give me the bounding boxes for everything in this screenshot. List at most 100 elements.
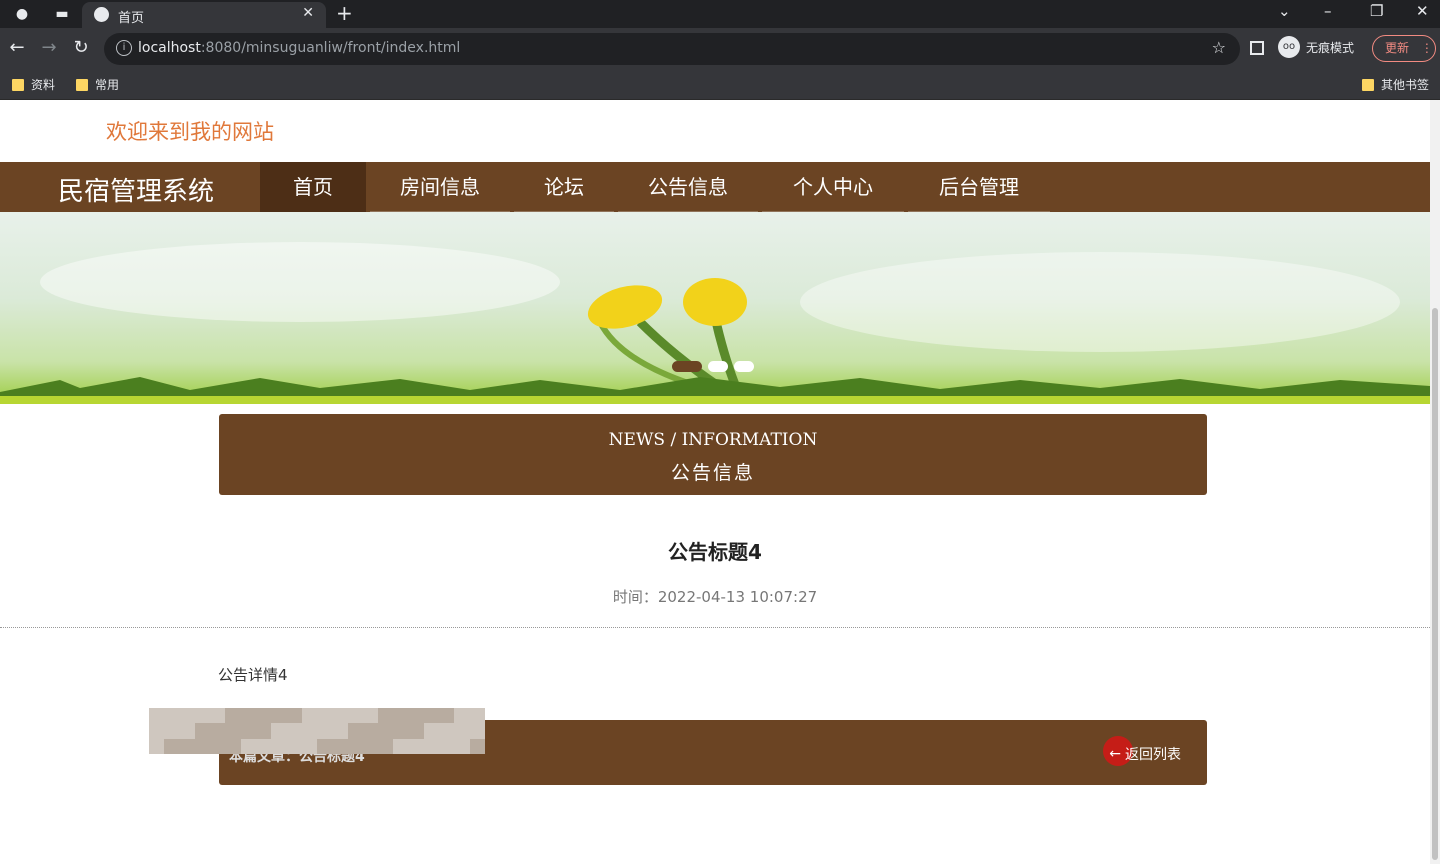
redaction-pixel xyxy=(378,723,394,739)
arrow-left-icon: ← xyxy=(1109,746,1121,762)
carousel-dot-3[interactable] xyxy=(734,361,754,372)
nav-profile[interactable]: 个人中心 xyxy=(762,162,904,212)
redaction-pixel xyxy=(332,723,348,739)
redaction-pixel xyxy=(378,708,394,724)
redaction-pixel xyxy=(286,738,302,754)
redaction-pixel xyxy=(439,708,455,724)
banner-illustration xyxy=(0,242,1430,404)
close-window-button[interactable]: ✕ xyxy=(1416,2,1429,20)
redaction-pixel xyxy=(240,738,256,754)
redaction-pixel xyxy=(255,723,272,739)
section-header: NEWS / INFORMATION 公告信息 xyxy=(219,414,1207,495)
section-title-en: NEWS / INFORMATION xyxy=(608,430,818,450)
site-info-icon[interactable]: i xyxy=(116,40,132,56)
redaction-pixel xyxy=(423,723,440,739)
redaction-pixel xyxy=(210,723,226,739)
redaction-pixel xyxy=(164,738,180,754)
tab-close-icon[interactable]: ✕ xyxy=(302,5,314,21)
tab-list-icon[interactable]: ⌄ xyxy=(1278,2,1291,20)
carousel-dot-2[interactable] xyxy=(708,361,728,372)
reload-icon[interactable]: ↻ xyxy=(70,37,92,58)
incognito-icon: oo xyxy=(1278,36,1300,58)
redaction-pixel xyxy=(301,708,317,724)
pixelated-redaction xyxy=(149,708,485,754)
browser-toolbar: ← → ↻ i localhost:8080/minsuguanliw/fron… xyxy=(0,28,1440,70)
redaction-pixel xyxy=(393,738,409,754)
browser-tab[interactable]: 首页 ✕ xyxy=(82,2,326,28)
tab-favicon-icon xyxy=(94,7,109,22)
forward-icon[interactable]: → xyxy=(38,37,60,58)
redaction-pixel xyxy=(179,723,195,739)
address-bar[interactable]: i localhost:8080/minsuguanliw/front/inde… xyxy=(104,33,1240,65)
folder-icon xyxy=(1362,78,1374,91)
folder-icon xyxy=(12,78,24,91)
back-icon[interactable]: ← xyxy=(6,37,28,58)
redaction-pixel xyxy=(240,708,256,724)
redaction-pixel xyxy=(408,738,424,754)
minimize-button[interactable]: – xyxy=(1324,2,1332,20)
redaction-pixel xyxy=(393,708,409,724)
divider xyxy=(0,627,1430,628)
page-scrollbar[interactable] xyxy=(1430,100,1440,864)
redaction-pixel xyxy=(255,738,272,754)
redaction-pixel xyxy=(439,723,455,739)
redaction-pixel xyxy=(179,708,195,724)
incognito-label: 无痕模式 xyxy=(1306,40,1355,55)
scrollbar-thumb[interactable] xyxy=(1432,308,1438,860)
redaction-pixel xyxy=(423,708,440,724)
redaction-pixel xyxy=(286,708,302,724)
nav-notices[interactable]: 公告信息 xyxy=(618,162,758,212)
web-page: 欢迎来到我的网站 民宿管理系统 首页 房间信息 论坛 公告信息 个人中心 后台管… xyxy=(0,100,1430,864)
site-brand[interactable]: 民宿管理系统 xyxy=(58,171,214,208)
welcome-text: 欢迎来到我的网站 xyxy=(106,120,274,144)
tab-search-icon[interactable]: ▬ xyxy=(52,4,72,24)
url-text: localhost:8080/minsuguanliw/front/index.… xyxy=(138,40,461,56)
other-bookmarks[interactable]: 其他书签 xyxy=(1362,76,1429,93)
banner-carousel[interactable] xyxy=(0,212,1430,404)
redaction-pixel xyxy=(255,708,272,724)
redaction-pixel xyxy=(454,738,470,754)
redaction-pixel xyxy=(164,723,180,739)
main-nav: 民宿管理系统 首页 房间信息 论坛 公告信息 个人中心 后台管理 xyxy=(0,162,1430,212)
redaction-pixel xyxy=(149,708,165,724)
nav-admin[interactable]: 后台管理 xyxy=(908,162,1050,212)
bookmark-folder-changyong[interactable]: 常用 xyxy=(76,76,119,93)
section-title-zh: 公告信息 xyxy=(670,462,755,484)
back-to-list-label: 返回列表 xyxy=(1125,747,1181,763)
redaction-pixel xyxy=(210,708,226,724)
browser-tab-strip: ● ▬ 首页 ✕ + ⌄ – ❐ ✕ xyxy=(0,0,1440,28)
article-title: 公告标题4 xyxy=(668,540,762,564)
redaction-pixel xyxy=(316,708,333,724)
redaction-pixel xyxy=(225,738,241,754)
redaction-pixel xyxy=(286,723,302,739)
redaction-pixel xyxy=(469,708,485,724)
nav-forum[interactable]: 论坛 xyxy=(514,162,614,212)
redaction-pixel xyxy=(332,708,348,724)
bookmark-folder-ziliao[interactable]: 资料 xyxy=(12,76,55,93)
tab-title: 首页 xyxy=(118,11,145,26)
carousel-dot-1[interactable] xyxy=(672,361,702,372)
redaction-pixel xyxy=(271,738,287,754)
redaction-pixel xyxy=(179,738,195,754)
nav-home[interactable]: 首页 xyxy=(260,162,366,212)
bookmark-star-icon[interactable]: ☆ xyxy=(1212,38,1226,57)
side-panel-icon[interactable] xyxy=(1250,41,1264,55)
globe-icon[interactable]: ● xyxy=(12,4,32,24)
redaction-pixel xyxy=(316,738,333,754)
incognito-indicator[interactable]: oo 无痕模式 xyxy=(1278,36,1354,58)
redaction-pixel xyxy=(301,723,317,739)
redaction-pixel xyxy=(271,708,287,724)
new-tab-button[interactable]: + xyxy=(336,1,353,25)
nav-rooms[interactable]: 房间信息 xyxy=(370,162,510,212)
redaction-pixel xyxy=(439,738,455,754)
redaction-pixel xyxy=(347,708,363,724)
redaction-pixel xyxy=(454,723,470,739)
redaction-pixel xyxy=(271,723,287,739)
redaction-pixel xyxy=(362,738,379,754)
back-to-list-link[interactable]: ← 返回列表 xyxy=(1109,744,1181,764)
restore-button[interactable]: ❐ xyxy=(1370,2,1383,20)
update-button[interactable]: 更新 ⋮ xyxy=(1372,35,1436,62)
redaction-pixel xyxy=(469,723,485,739)
redaction-pixel xyxy=(469,738,485,754)
redaction-pixel xyxy=(194,738,211,754)
